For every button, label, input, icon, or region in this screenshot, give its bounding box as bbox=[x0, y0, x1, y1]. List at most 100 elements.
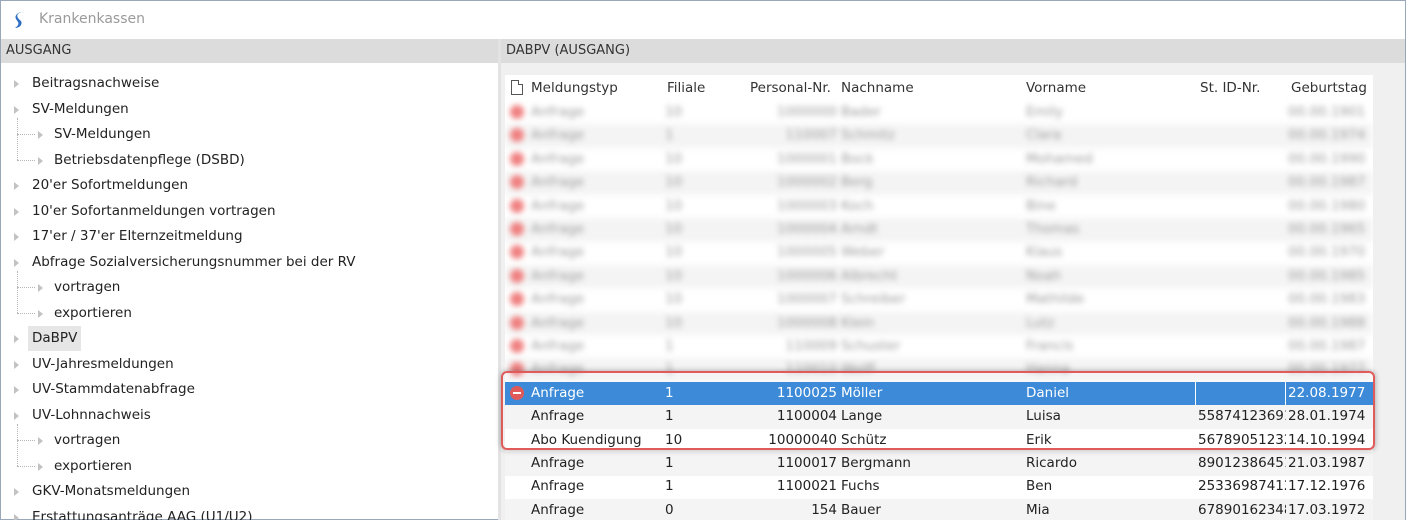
chevron-right-icon[interactable] bbox=[14, 335, 19, 343]
report-grid: Meldungstyp Filiale Personal-Nr. Nachname Vo… bbox=[505, 75, 1373, 520]
column-header[interactable]: Personal-Nr. bbox=[750, 75, 831, 101]
tree-item[interactable]: DaBPV bbox=[1, 326, 498, 351]
tree-item[interactable]: Betriebsdatenpflege (DSBD) bbox=[1, 148, 498, 173]
table-cell bbox=[1198, 241, 1286, 264]
status-icon bbox=[510, 245, 524, 260]
chevron-right-icon[interactable] bbox=[38, 437, 43, 445]
chevron-right-icon[interactable] bbox=[14, 411, 19, 420]
table-cell: 00.00.1970 bbox=[1288, 244, 1366, 261]
chevron-right-icon[interactable] bbox=[38, 462, 43, 471]
chevron-right-icon[interactable] bbox=[14, 360, 19, 369]
chevron-right-icon[interactable] bbox=[38, 284, 43, 292]
table-cell: Anfrage bbox=[531, 244, 585, 261]
chevron-right-icon[interactable] bbox=[14, 513, 19, 520]
table-row[interactable]: Anfrage 10 1000002 Berg Richard 00.00.1987 bbox=[505, 171, 1373, 195]
chevron-right-icon[interactable] bbox=[14, 105, 19, 114]
table-row[interactable]: Abo Kuendigung 10 10000040 Schütz Erik 567890… bbox=[505, 429, 1373, 453]
tree-item[interactable]: exportieren bbox=[1, 301, 498, 326]
table-cell: Anfrage bbox=[531, 314, 585, 331]
document-icon bbox=[511, 80, 523, 95]
status-icon bbox=[510, 339, 524, 353]
tree-item[interactable]: UV-Jahresmeldungen bbox=[1, 352, 498, 377]
table-row[interactable]: Anfrage 1 1100004 Lange Luisa 55874123691 28.0… bbox=[505, 405, 1373, 429]
table-row[interactable]: Anfrage 10 1000001 Bock Mohamed 00.00.1990 bbox=[505, 148, 1373, 172]
table-row[interactable]: Anfrage 0 154 Bauer Mia 67890162348 17.03.1972 bbox=[505, 498, 1373, 520]
chevron-right-icon[interactable] bbox=[14, 488, 19, 496]
table-cell: 89012386451 bbox=[1198, 455, 1286, 471]
table-cell: Bock bbox=[841, 150, 874, 167]
chevron-right-icon[interactable] bbox=[14, 258, 19, 267]
chevron-right-icon[interactable] bbox=[14, 386, 19, 394]
tree-item[interactable]: SV-Meldungen bbox=[1, 97, 498, 122]
status-icon bbox=[510, 362, 524, 377]
tree-item[interactable]: Erstattungsanträge AAG (U1/U2) bbox=[1, 505, 498, 520]
table-cell: Albrecht bbox=[841, 267, 898, 284]
tree-item[interactable]: Beitragsnachweise bbox=[1, 71, 498, 96]
table-row[interactable]: Anfrage 10 1000004 Arndt Thomas 00.00.1965 bbox=[505, 218, 1373, 242]
table-row[interactable]: Anfrage 1 110007 Schmitz Clara 00.00.1974 bbox=[505, 124, 1373, 148]
tree-item[interactable]: 10'er Sofortanmeldungen vortragen bbox=[1, 199, 498, 224]
tree-item[interactable]: vortragen bbox=[1, 275, 498, 300]
column-header[interactable]: Geburtstag bbox=[1291, 75, 1367, 101]
chevron-right-icon[interactable] bbox=[38, 156, 43, 165]
navigation-tree: Beitragsnachweise SV-Meldungen SV-Meldunge… bbox=[1, 63, 498, 520]
table-cell bbox=[1198, 381, 1286, 405]
table-cell: 1000007 bbox=[776, 291, 837, 308]
tree-item[interactable]: Abfrage Sozialversicherungsnummer bei de… bbox=[1, 250, 498, 275]
status-icon bbox=[510, 128, 524, 143]
tree-connector bbox=[17, 134, 35, 135]
column-header[interactable]: Nachname bbox=[841, 75, 914, 101]
table-cell: Schreiber bbox=[841, 291, 906, 308]
tree-item[interactable]: GKV-Monatsmeldungen bbox=[1, 479, 498, 504]
table-cell: Anfrage bbox=[531, 174, 585, 191]
table-row[interactable]: Anfrage 1 110009 Schuster Francis 00.00.1987 bbox=[505, 335, 1373, 359]
tree-item[interactable]: SV-Meldungen bbox=[1, 122, 498, 147]
table-row[interactable]: Anfrage 10 1000008 Klein Lutz 00.00.1988 bbox=[505, 311, 1373, 336]
chevron-right-icon[interactable] bbox=[14, 207, 19, 216]
table-cell: 1000008 bbox=[776, 314, 837, 331]
table-cell: Hanna bbox=[1026, 361, 1070, 378]
table-row[interactable]: Anfrage 10 1000007 Schreiber Mathilde 00.00.1… bbox=[505, 288, 1373, 312]
status-icon bbox=[510, 105, 524, 119]
table-cell: 1000003 bbox=[776, 197, 837, 214]
table-cell: Schuster bbox=[841, 338, 901, 354]
table-cell: Klaus bbox=[1026, 244, 1063, 261]
column-header[interactable]: Filiale bbox=[667, 75, 705, 101]
column-header[interactable]: Vorname bbox=[1026, 75, 1086, 101]
table-row[interactable]: Anfrage 1 1100017 Bergmann Ricardo 8901238645… bbox=[505, 452, 1373, 476]
table-cell: 00.00.1977 bbox=[1288, 361, 1366, 378]
table-row[interactable]: Anfrage 10 1000005 Weber Klaus 00.00.1970 bbox=[505, 241, 1373, 265]
tree-item[interactable]: 17'er / 37'er Elternzeitmeldung bbox=[1, 224, 498, 249]
status-icon bbox=[510, 175, 524, 190]
chevron-right-icon[interactable] bbox=[38, 309, 43, 318]
table-cell: Noah bbox=[1026, 267, 1062, 284]
tree-item[interactable]: UV-Lohnnachweis bbox=[1, 403, 498, 428]
table-row[interactable]: Anfrage 10 1000003 Koch Bine 00.00.1980 bbox=[505, 195, 1373, 219]
table-row[interactable]: Anfrage 1 1100021 Fuchs Ben 25336987412 17.12.… bbox=[505, 475, 1373, 499]
table-cell: Bader bbox=[841, 104, 881, 120]
tree-item[interactable]: exportieren bbox=[1, 454, 498, 479]
tree-connector bbox=[17, 159, 35, 161]
table-cell: 14.10.1994 bbox=[1288, 431, 1366, 448]
tree-connector bbox=[17, 440, 35, 441]
chevron-right-icon[interactable] bbox=[38, 131, 43, 139]
table-row[interactable]: Anfrage 1 110010 Wolff Hanna 00.00.1977 bbox=[505, 358, 1373, 382]
tree-item-label: vortragen bbox=[54, 432, 121, 448]
status-icon bbox=[510, 151, 524, 166]
table-cell: Anfrage bbox=[531, 338, 585, 354]
table-row[interactable]: Anfrage 10 1000000 Bader Emily 00.00.1901 bbox=[505, 101, 1373, 125]
tree-item[interactable]: UV-Stammdatenabfrage bbox=[1, 377, 498, 402]
column-header[interactable]: Meldungstyp bbox=[531, 75, 618, 101]
tree-item-label: GKV-Monatsmeldungen bbox=[32, 483, 191, 499]
tree-item[interactable]: vortragen bbox=[1, 428, 498, 453]
column-header[interactable]: St. ID-Nr. bbox=[1200, 75, 1260, 101]
table-cell bbox=[1198, 312, 1286, 335]
chevron-right-icon[interactable] bbox=[14, 233, 19, 241]
table-cell: Fuchs bbox=[841, 478, 880, 495]
table-cell: 1000004 bbox=[776, 221, 837, 237]
table-row[interactable]: Anfrage 10 1000006 Albrecht Noah 00.00.1985 bbox=[505, 264, 1373, 289]
table-row[interactable]: Anfrage 1 1100025 Möller Daniel 22.08.1977 bbox=[505, 381, 1373, 406]
chevron-right-icon[interactable] bbox=[14, 80, 19, 88]
tree-item[interactable]: 20'er Sofortmeldungen bbox=[1, 173, 498, 198]
chevron-right-icon[interactable] bbox=[14, 182, 19, 190]
